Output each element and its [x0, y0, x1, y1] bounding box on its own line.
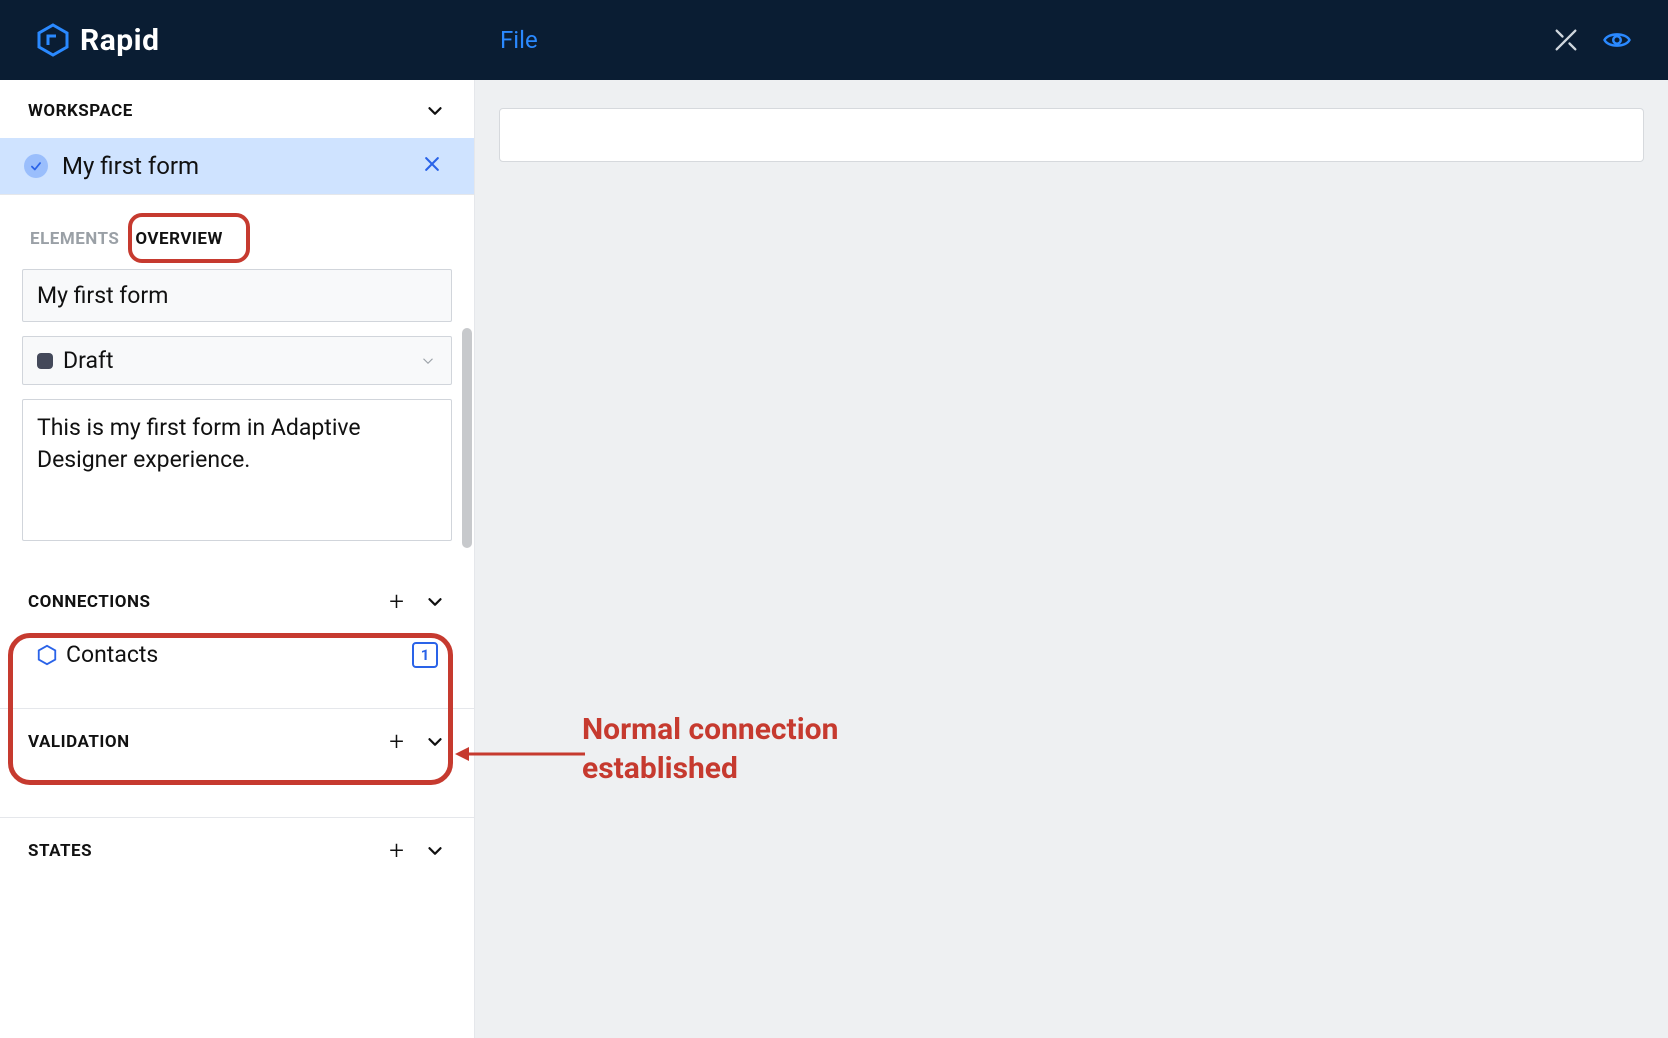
canvas-area: [475, 80, 1668, 1038]
topbar-actions: [1552, 25, 1632, 55]
add-state-icon[interactable]: +: [389, 838, 404, 864]
workspace-title: WORKSPACE: [28, 101, 133, 121]
close-icon[interactable]: [422, 152, 450, 180]
status-dropdown[interactable]: Draft: [22, 336, 452, 385]
chevron-down-icon[interactable]: [424, 591, 446, 613]
connections-header[interactable]: CONNECTIONS +: [0, 581, 474, 631]
left-sidebar: WORKSPACE My first form ELEMENTS OVERVIE…: [0, 80, 475, 1038]
overview-form: Draft: [0, 269, 474, 545]
tab-overview[interactable]: OVERVIEW: [127, 223, 230, 255]
status-dot-icon: [37, 353, 53, 369]
workspace-header[interactable]: WORKSPACE: [0, 80, 474, 138]
connection-item-label: Contacts: [66, 641, 158, 668]
validation-header[interactable]: VALIDATION +: [0, 709, 474, 771]
connection-item-contacts[interactable]: Contacts 1: [0, 631, 474, 678]
canvas-toolbar[interactable]: [499, 108, 1644, 162]
validation-title: VALIDATION: [28, 732, 130, 752]
chevron-down-icon[interactable]: [424, 100, 446, 122]
workspace-item-label: My first form: [62, 152, 199, 180]
hexagon-icon: [36, 644, 58, 666]
tools-icon[interactable]: [1552, 26, 1580, 54]
sidebar-scrollbar-thumb[interactable]: [462, 328, 472, 548]
brand-name: Rapid: [80, 23, 159, 58]
add-connection-icon[interactable]: +: [389, 589, 404, 615]
chevron-down-icon[interactable]: [424, 731, 446, 753]
connections-title: CONNECTIONS: [28, 592, 150, 612]
tab-elements[interactable]: ELEMENTS: [22, 223, 127, 255]
description-textarea[interactable]: [22, 399, 452, 541]
status-value: Draft: [63, 347, 113, 374]
sidebar-tabs: ELEMENTS OVERVIEW: [0, 195, 474, 269]
workspace-item-selected[interactable]: My first form: [0, 138, 474, 195]
chevron-down-icon[interactable]: [424, 840, 446, 862]
top-bar: Rapid File: [0, 0, 1668, 80]
preview-eye-icon[interactable]: [1602, 25, 1632, 55]
form-name-input[interactable]: [22, 269, 452, 322]
connection-count-badge: 1: [412, 642, 438, 668]
annotation-text: Normal connection established: [582, 710, 838, 788]
dropdown-caret-icon: [419, 352, 437, 370]
check-badge-icon: [24, 154, 48, 178]
states-header[interactable]: STATES +: [0, 818, 474, 880]
menu-file[interactable]: File: [500, 26, 538, 54]
add-validation-icon[interactable]: +: [389, 729, 404, 755]
states-title: STATES: [28, 841, 92, 861]
logo-hexagon-icon: [36, 23, 70, 57]
brand-logo: Rapid: [36, 23, 159, 58]
annotation-line-2: established: [582, 749, 838, 788]
annotation-line-1: Normal connection: [582, 710, 838, 749]
